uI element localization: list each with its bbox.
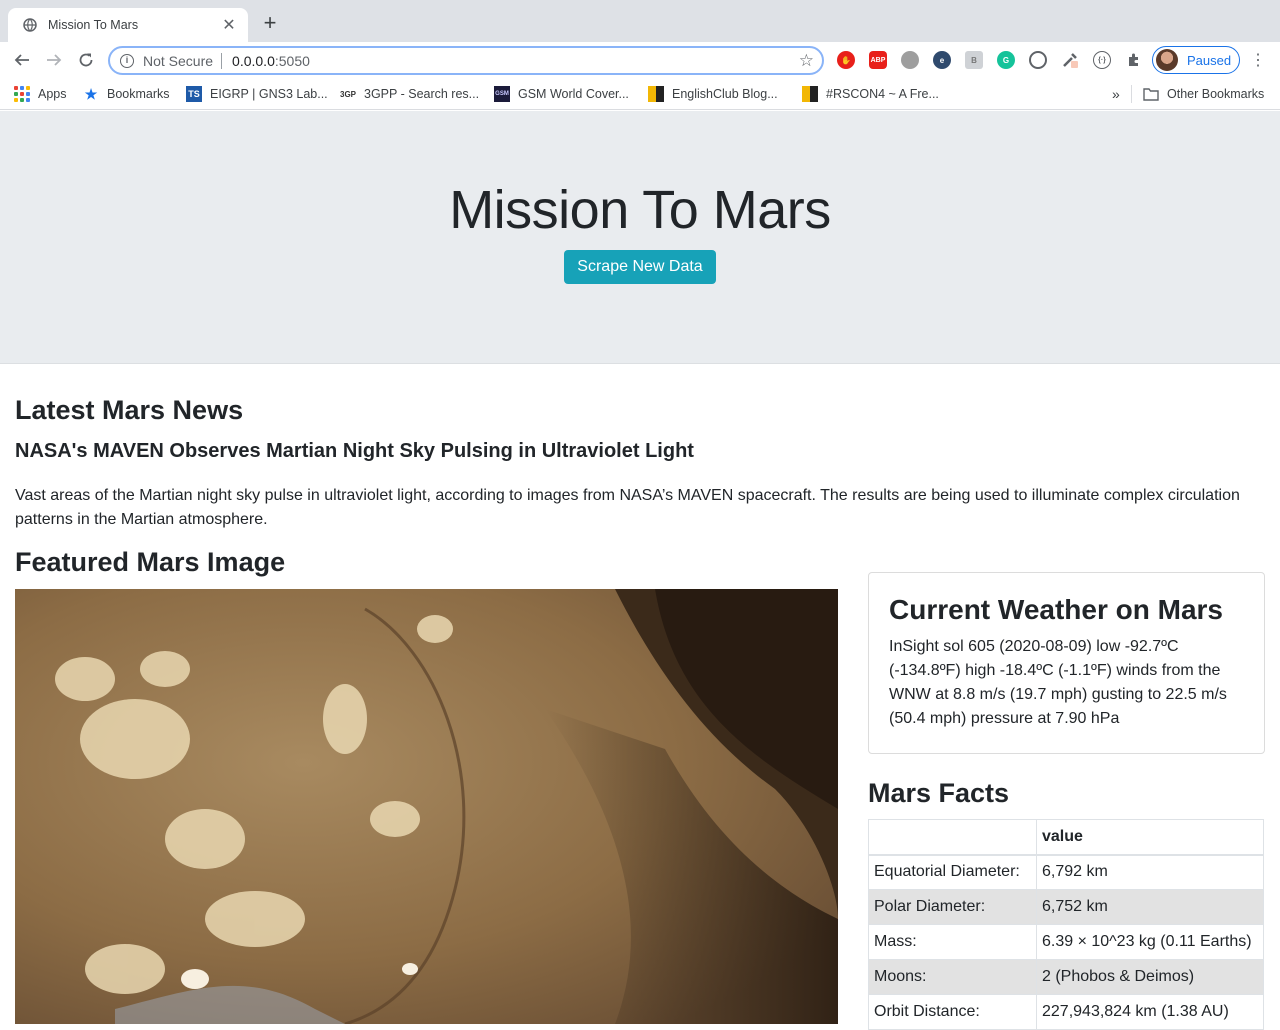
featured-mars-image (15, 589, 838, 1024)
browser-toolbar: i Not Secure 0.0.0.0:5050 ☆ ✋ ABP e B G … (0, 42, 1280, 78)
reload-icon[interactable] (74, 48, 98, 72)
table-cell-value: 6,792 km (1036, 854, 1264, 890)
bookmark-englishclub[interactable]: EnglishClub Blog... (648, 85, 778, 103)
puzzle-icon[interactable] (1125, 51, 1143, 69)
grammarly-icon[interactable]: G (997, 51, 1015, 69)
bookmark-apps[interactable]: Apps (14, 85, 67, 103)
bookmarks-bar: Apps ★ Bookmarks TS EIGRP | GNS3 Lab... … (0, 78, 1280, 110)
back-arrow-icon[interactable] (10, 48, 34, 72)
scrape-new-data-button[interactable]: Scrape New Data (564, 250, 716, 284)
weather-card: Current Weather on Mars InSight sol 605 … (868, 572, 1265, 754)
bookmark-3gpp[interactable]: 3GP 3GPP - Search res... (340, 85, 479, 103)
bookmarks-divider (1131, 85, 1132, 103)
page-title: Mission To Mars (449, 180, 831, 240)
table-cell-label: Equatorial Diameter: (868, 854, 1037, 890)
table-cell-value: 6,752 km (1036, 889, 1264, 925)
table-cell-value: 2 (Phobos & Deimos) (1036, 959, 1264, 995)
close-icon[interactable]: ✕ (220, 15, 238, 35)
bookmark-label: GSM World Cover... (518, 87, 629, 101)
url-port: :5050 (274, 52, 310, 69)
bookmark-gsm[interactable]: GSM GSM World Cover... (494, 85, 629, 103)
bookmark-label: Other Bookmarks (1167, 87, 1265, 101)
tab-strip: Mission To Mars ✕ + (0, 0, 1280, 42)
ext-clock-icon[interactable] (1029, 51, 1047, 69)
table-row: Orbit Distance: 227,943,824 km (1.38 AU) (868, 994, 1264, 1030)
bookmark-label: EnglishClub Blog... (672, 87, 778, 101)
table-row: Mass: 6.39 × 10^23 kg (0.11 Earths) (868, 924, 1264, 960)
security-label: Not Secure (143, 52, 214, 69)
bookmark-bookmarks[interactable]: ★ Bookmarks (83, 85, 170, 103)
profile-button[interactable]: Paused (1152, 46, 1240, 74)
tab-mission-to-mars[interactable]: Mission To Mars ✕ (8, 8, 248, 42)
table-row: Equatorial Diameter: 6,792 km (868, 854, 1264, 890)
bookmark-label: EIGRP | GNS3 Lab... (210, 87, 328, 101)
bookmarks-overflow-icon[interactable]: » (1112, 85, 1120, 103)
new-tab-button[interactable]: + (258, 12, 282, 36)
table-header-cell: value (1036, 819, 1264, 856)
table-cell-label: Polar Diameter: (868, 889, 1037, 925)
news-paragraph: Vast areas of the Martian night sky puls… (15, 487, 1240, 528)
featured-image-heading: Featured Mars Image (15, 547, 286, 577)
url-host: 0.0.0.0 (232, 52, 275, 69)
weather-text: InSight sol 605 (2020-08-09) low -92.7ºC… (889, 638, 1227, 727)
ext-b-icon[interactable]: B (965, 51, 983, 69)
bookmark-other[interactable]: Other Bookmarks (1143, 85, 1264, 103)
englishclub-icon (648, 86, 664, 102)
ext-code-icon[interactable]: {·} (1093, 51, 1111, 69)
omnibox-separator (221, 52, 223, 69)
table-cell-label: Mass: (868, 924, 1037, 960)
table-cell-label: Moons: (868, 959, 1037, 995)
ext-e-icon[interactable]: e (933, 51, 951, 69)
info-icon[interactable]: i (120, 53, 134, 68)
globe-icon (22, 17, 38, 33)
weather-heading: Current Weather on Mars (889, 594, 1223, 625)
tab-title: Mission To Mars (48, 18, 139, 32)
folder-icon (1143, 86, 1159, 102)
bookmark-star-icon[interactable]: ☆ (799, 51, 814, 71)
ext-eyedropper-icon[interactable] (1061, 51, 1079, 69)
star-icon: ★ (84, 85, 98, 102)
bookmark-label: Bookmarks (107, 87, 170, 101)
gsm-icon: GSM (494, 86, 510, 102)
table-row: Polar Diameter: 6,752 km (868, 889, 1264, 925)
bookmark-label: #RSCON4 ~ A Fre... (826, 87, 939, 101)
facts-heading: Mars Facts (868, 778, 1010, 808)
ext-circle-icon[interactable] (901, 51, 919, 69)
3gpp-icon: 3GP (340, 89, 357, 99)
address-bar[interactable]: i Not Secure 0.0.0.0:5050 ☆ (108, 46, 824, 75)
rscon-icon (802, 86, 818, 102)
table-cell-value: 227,943,824 km (1.38 AU) (1036, 994, 1264, 1030)
table-cell-value: 6.39 × 10^23 kg (0.11 Earths) (1036, 924, 1264, 960)
table-header-row: value (868, 819, 1264, 856)
bookmark-label: 3GPP - Search res... (364, 87, 480, 101)
news-title: NASA's MAVEN Observes Martian Night Sky … (15, 440, 694, 462)
bookmark-eigrp[interactable]: TS EIGRP | GNS3 Lab... (186, 85, 328, 103)
profile-status: Paused (1187, 52, 1232, 68)
table-row: Moons: 2 (Phobos & Deimos) (868, 959, 1264, 995)
ts-icon: TS (186, 86, 202, 102)
jumbotron: Mission To Mars Scrape New Data (0, 111, 1280, 364)
forward-arrow-icon[interactable] (42, 48, 66, 72)
avatar (1156, 49, 1178, 71)
mars-facts-table: value Equatorial Diameter: 6,792 km Pola… (868, 819, 1264, 1030)
table-header-cell (868, 819, 1037, 856)
apps-grid-icon (14, 86, 30, 102)
more-menu-icon[interactable]: ⋮ (1250, 50, 1266, 70)
abp-icon[interactable]: ABP (869, 51, 887, 69)
bookmark-label: Apps (38, 87, 67, 101)
table-cell-label: Orbit Distance: (868, 994, 1037, 1030)
adblock-icon[interactable]: ✋ (837, 51, 855, 69)
news-heading: Latest Mars News (15, 395, 244, 425)
bookmark-rscon4[interactable]: #RSCON4 ~ A Fre... (802, 85, 939, 103)
